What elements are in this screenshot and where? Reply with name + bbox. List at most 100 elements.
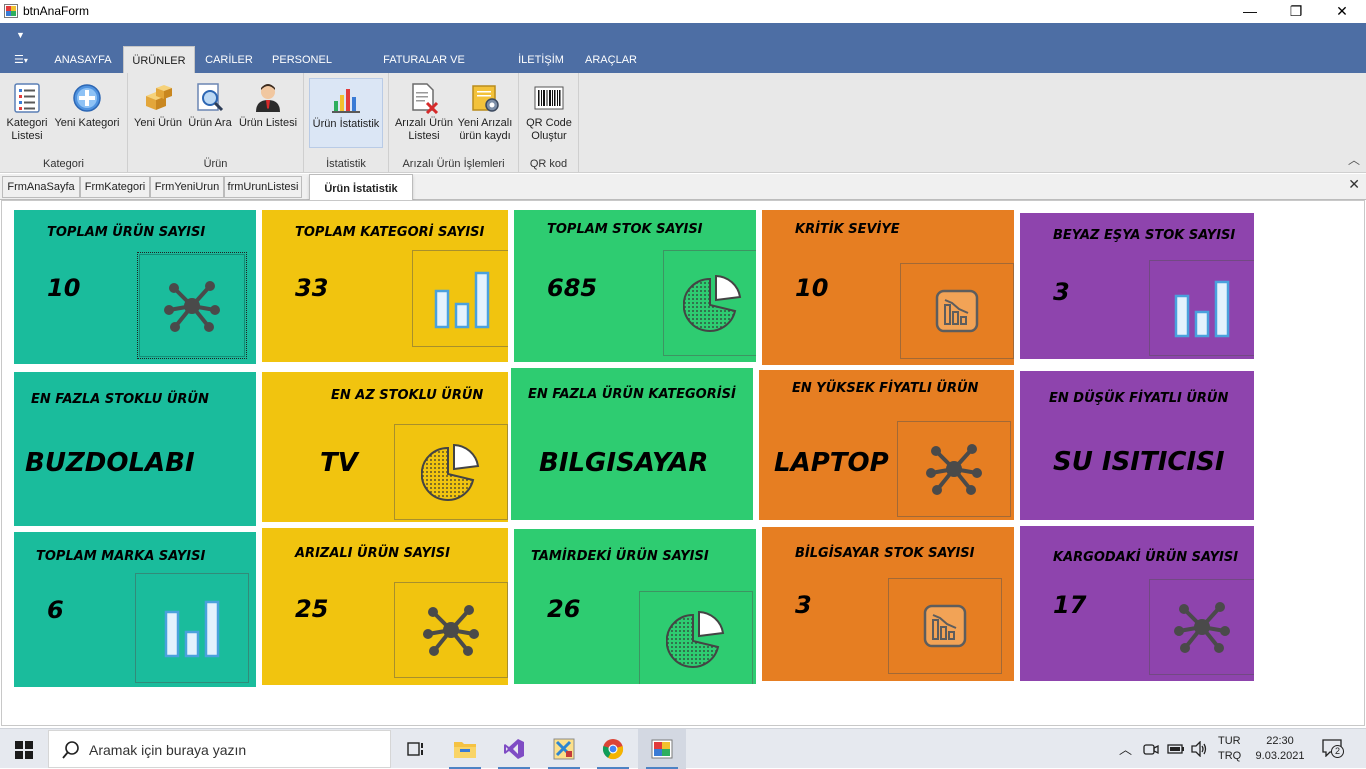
task-view-button[interactable]: [392, 729, 440, 769]
group-label-arizali: Arızalı Ürün İşlemleri: [402, 158, 505, 170]
tab-faturalar[interactable]: FATURALAR VE HAREKETLER: [345, 46, 503, 94]
search-doc-icon: [197, 83, 224, 112]
collapse-ribbon-icon[interactable]: ︿: [1348, 151, 1360, 168]
qr-code-olustur-button[interactable]: QR Code Oluştur: [522, 78, 576, 143]
doc-delete-icon: [412, 83, 439, 114]
meet-now-icon[interactable]: [1143, 741, 1159, 757]
yeni-urun-button[interactable]: Yeni Ürün: [133, 78, 183, 130]
minimize-button[interactable]: —: [1227, 0, 1273, 23]
tile-arizali-urun: ARIZALI ÜRÜN SAYISI 25: [262, 528, 508, 685]
tile-kargodaki-urun: KARGODAKİ ÜRÜN SAYISI 17: [1020, 526, 1254, 681]
file-explorer-button[interactable]: [441, 729, 489, 769]
winforms-app-button[interactable]: [638, 729, 686, 769]
tile-title: BİLGİSAYAR STOK SAYISI: [795, 546, 975, 561]
yeni-kategori-button[interactable]: Yeni Kategori: [54, 78, 120, 130]
kategori-listesi-label: Kategori Listesi: [6, 117, 48, 142]
clock-time: 22:30: [1266, 735, 1294, 747]
tile-value: 6: [47, 596, 64, 624]
urun-listesi-label: Ürün Listesi: [238, 117, 298, 129]
tab-urunler[interactable]: ÜRÜNLER: [123, 46, 195, 73]
tile-en-az-stoklu: EN AZ STOKLU ÜRÜN TV: [262, 372, 508, 522]
boxes-icon: [146, 85, 172, 110]
list-icon: [14, 83, 40, 113]
document-tabs: FrmAnaSayfa FrmKategori FrmYeniUrun frmU…: [0, 174, 1366, 206]
tile-value: TV: [320, 448, 358, 478]
pie-chart-icon: [421, 443, 480, 501]
taskbar-search-box[interactable]: Aramak için buraya yazın: [48, 730, 391, 768]
urun-ara-button[interactable]: Ürün Ara: [186, 78, 234, 130]
tile-picture: [888, 578, 1002, 674]
doc-tab-frmanasayfa[interactable]: FrmAnaSayfa: [2, 176, 80, 198]
show-hidden-icons-icon[interactable]: ︿: [1119, 739, 1132, 758]
urun-ara-label: Ürün Ara: [188, 117, 232, 129]
visual-studio-button[interactable]: [490, 729, 538, 769]
action-center-button[interactable]: 2: [1322, 739, 1346, 759]
tile-title: TAMİRDEKİ ÜRÜN SAYISI: [531, 549, 709, 564]
tile-value: SU ISITICISI: [1053, 447, 1225, 477]
search-placeholder: Aramak için buraya yazın: [89, 742, 247, 758]
chrome-button[interactable]: [589, 729, 637, 769]
kategori-listesi-button[interactable]: Kategori Listesi: [3, 78, 51, 143]
doc-tab-frmyeniurun[interactable]: FrmYeniUrun: [150, 176, 224, 198]
group-label-istatistik: İstatistik: [326, 158, 366, 170]
ribbon-tabs: ☰▾ ANASAYFA ÜRÜNLER CARİLER PERSONEL FAT…: [0, 46, 1366, 94]
arizali-urun-listesi-label: Arızalı Ürün Listesi: [394, 117, 454, 142]
tile-picture: [897, 421, 1011, 517]
yeni-urun-label: Yeni Ürün: [134, 117, 182, 129]
restore-button[interactable]: ❐: [1273, 0, 1319, 23]
window-title: btnAnaForm: [23, 4, 90, 18]
tile-value: 25: [295, 595, 329, 623]
tab-anasayfa[interactable]: ANASAYFA: [47, 46, 119, 73]
network-icon: [1174, 602, 1230, 653]
tile-title: ARIZALI ÜRÜN SAYISI: [295, 546, 450, 561]
clock[interactable]: 22:30 9.03.2021: [1254, 734, 1306, 764]
barcode-icon: [534, 86, 564, 110]
report-icon: [935, 289, 979, 333]
tab-araclar[interactable]: ARAÇLAR: [578, 46, 644, 73]
tile-value: 10: [47, 274, 81, 302]
input-language-indicator[interactable]: TUR TRQ: [1218, 734, 1241, 764]
customize-qat-icon[interactable]: ▼: [16, 30, 25, 40]
tile-value: 685: [547, 274, 598, 302]
file-explorer-icon: [454, 742, 476, 758]
urun-listesi-button[interactable]: Ürün Listesi: [236, 78, 300, 130]
bar-chart-icon: [434, 271, 490, 328]
yeni-arizali-urun-button[interactable]: Yeni Arızalı ürün kaydı: [455, 78, 515, 143]
volume-icon[interactable]: [1190, 741, 1208, 757]
tile-value: 10: [795, 274, 829, 302]
windows-start-icon[interactable]: [15, 741, 33, 759]
tile-picture: [1149, 579, 1254, 675]
group-kategori: Kategori Listesi Yeni Kategori Kategori: [0, 73, 128, 173]
tile-value: BILGISAYAR: [539, 448, 709, 478]
network-icon: [164, 280, 220, 332]
urun-istatistik-button[interactable]: Ürün İstatistik: [309, 78, 383, 148]
tab-iletisim[interactable]: İLETİŞİM: [510, 46, 572, 73]
tab-cariler[interactable]: CARİLER: [198, 46, 260, 73]
tile-title: TOPLAM MARKA SAYISI: [36, 549, 206, 564]
sql-tool-button[interactable]: [540, 729, 588, 769]
tile-toplam-stok: TOPLAM STOK SAYISI 685: [514, 210, 756, 362]
application-menu-button[interactable]: ☰▾: [6, 46, 36, 73]
tile-picture: [394, 424, 508, 520]
doc-tab-frmkategori[interactable]: FrmKategori: [80, 176, 150, 198]
yeni-kategori-label: Yeni Kategori: [54, 117, 120, 129]
clock-date: 9.03.2021: [1255, 750, 1305, 762]
tab-personel[interactable]: PERSONEL: [266, 46, 338, 73]
search-icon: [62, 741, 79, 759]
doc-tab-frmurunlistesi[interactable]: frmUrunListesi: [224, 176, 302, 198]
arizali-urun-listesi-button[interactable]: Arızalı Ürün Listesi: [394, 78, 454, 143]
battery-icon[interactable]: [1167, 742, 1185, 756]
close-button[interactable]: ✕: [1319, 0, 1365, 23]
task-view-icon: [407, 742, 423, 756]
tile-title: EN AZ STOKLU ÜRÜN: [331, 388, 484, 403]
tile-title: TOPLAM STOK SAYISI: [547, 222, 703, 237]
tile-picture: [137, 252, 247, 359]
pie-chart-icon: [683, 274, 742, 332]
tile-value: 17: [1053, 591, 1087, 619]
report-icon: [923, 604, 967, 648]
close-document-icon[interactable]: ✕: [1348, 176, 1360, 193]
tile-picture: [1149, 260, 1254, 356]
group-urun: Yeni Ürün Ürün Ara Ürün Listesi Ürün: [128, 73, 304, 173]
tile-title: KARGODAKİ ÜRÜN SAYISI: [1053, 550, 1239, 565]
group-qr: QR Code Oluştur QR kod: [519, 73, 579, 173]
